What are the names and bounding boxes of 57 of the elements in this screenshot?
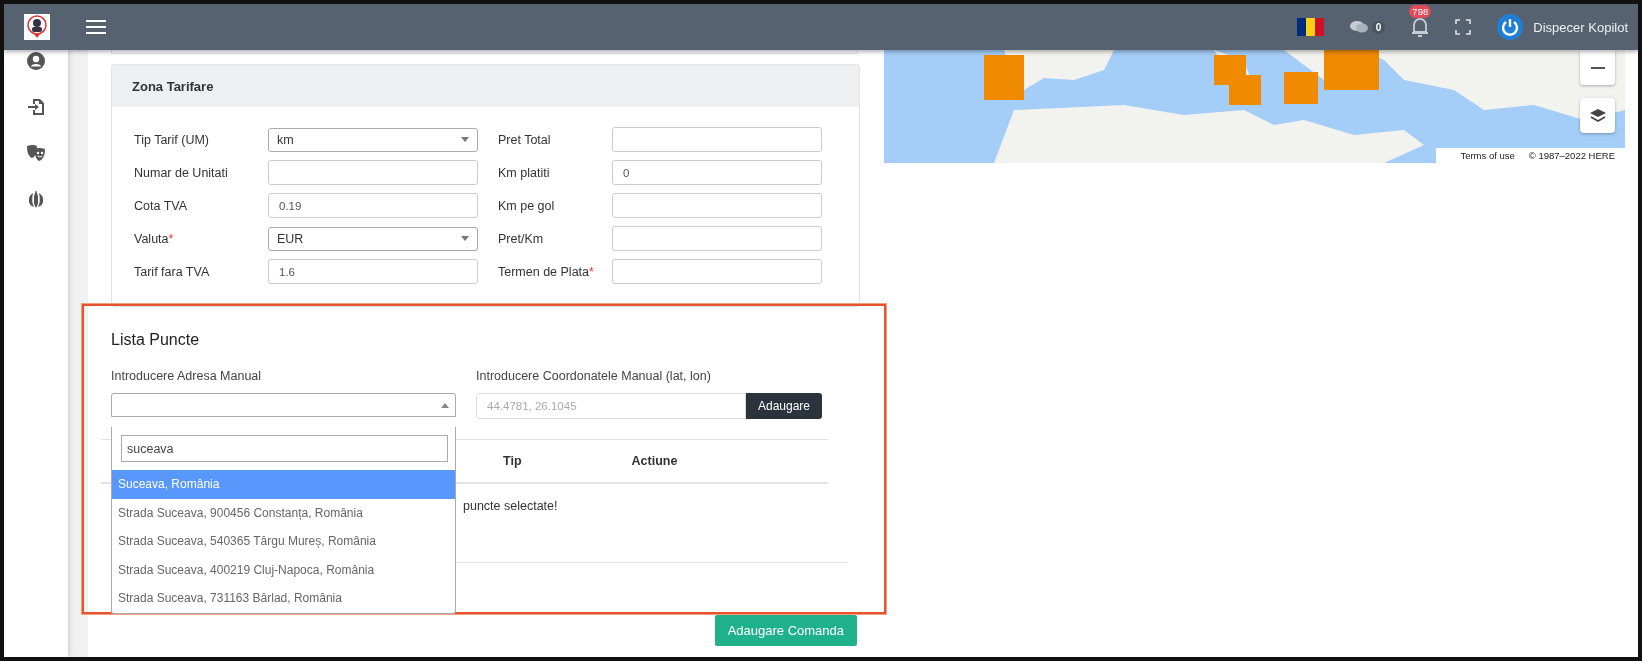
zoom-out-button[interactable] xyxy=(1580,50,1615,85)
input-field[interactable]: 0.19 xyxy=(268,193,478,218)
input-field[interactable] xyxy=(612,259,822,284)
flag-icon[interactable] xyxy=(1296,18,1324,36)
masks-icon[interactable] xyxy=(26,144,46,162)
field-label: Termen de Plata* xyxy=(497,264,595,279)
power-avatar-icon[interactable] xyxy=(1497,14,1524,40)
input-field[interactable] xyxy=(612,127,822,152)
field-label: Numar de Unitati xyxy=(134,165,229,180)
logo-icon[interactable] xyxy=(24,14,50,40)
dropdown-option[interactable]: Strada Suceava, 400219 Cluj-Napoca, România xyxy=(112,555,455,584)
field-label: Pret Total xyxy=(497,132,552,147)
fullscreen-icon[interactable] xyxy=(1455,19,1472,35)
field-label: Introducere Adresa Manual xyxy=(111,369,263,383)
caret-icon xyxy=(441,402,449,408)
copyright-text: © 1987–2022 HERE xyxy=(1528,150,1615,161)
field-label: Pret/Km xyxy=(497,231,545,246)
input-field[interactable] xyxy=(612,193,822,218)
caret-icon xyxy=(461,137,469,142)
minus-icon xyxy=(1590,66,1605,69)
field-label: Cota TVA xyxy=(134,198,189,213)
user-name[interactable]: Dispecer Kopilot xyxy=(1533,19,1628,35)
field-label: Valuta* xyxy=(134,231,175,246)
field-label: Km platiti xyxy=(497,165,551,180)
caret-icon xyxy=(461,236,469,241)
column-header: Actiune xyxy=(631,454,678,468)
field-label: Introducere Coordonatele Manual (lat, lon) xyxy=(476,369,712,383)
message-count: 0 xyxy=(1371,20,1386,34)
empty-message: puncte selectate! xyxy=(463,499,558,513)
input-field[interactable]: 0 xyxy=(612,160,822,185)
layers-button[interactable] xyxy=(1580,98,1615,133)
chat-icon[interactable] xyxy=(1349,20,1368,34)
dropdown-option[interactable]: Strada Suceava, 540365 Târgu Mureș, România xyxy=(112,527,455,556)
section-title: Lista Puncte xyxy=(111,331,201,349)
input-field[interactable]: 1.6 xyxy=(268,259,478,284)
user-icon[interactable] xyxy=(27,52,45,70)
bell-icon[interactable] xyxy=(1411,17,1430,37)
search-field[interactable]: suceava xyxy=(121,435,448,462)
input-field[interactable] xyxy=(268,160,478,185)
field-label: Tarif fara TVA xyxy=(134,264,211,279)
dropdown-option[interactable]: Strada Suceava, 900456 Constanța, România xyxy=(112,498,455,527)
notification-badge: 798 xyxy=(1409,5,1432,18)
dropdown-option[interactable]: Strada Suceava, 731163 Bârlad, România xyxy=(112,584,455,613)
coordinates-field[interactable]: 44.4781, 26.1045 xyxy=(476,393,746,419)
column-header: Tip xyxy=(503,454,522,468)
input-field[interactable] xyxy=(612,226,822,251)
select-field[interactable]: km xyxy=(268,127,478,152)
sign-in-icon[interactable] xyxy=(27,98,45,116)
card-title: Zona Tarifare xyxy=(132,78,214,94)
layers-icon xyxy=(1588,107,1607,124)
select-field[interactable]: EUR xyxy=(268,226,478,251)
add-button[interactable]: Adaugare xyxy=(745,393,822,419)
field-label: Km pe gol xyxy=(497,198,556,213)
terms-link[interactable]: Terms of use xyxy=(1460,150,1515,161)
menu-icon[interactable] xyxy=(86,20,106,34)
emblem-icon[interactable] xyxy=(26,190,46,208)
field-label: Tip Tarif (UM) xyxy=(134,132,210,147)
